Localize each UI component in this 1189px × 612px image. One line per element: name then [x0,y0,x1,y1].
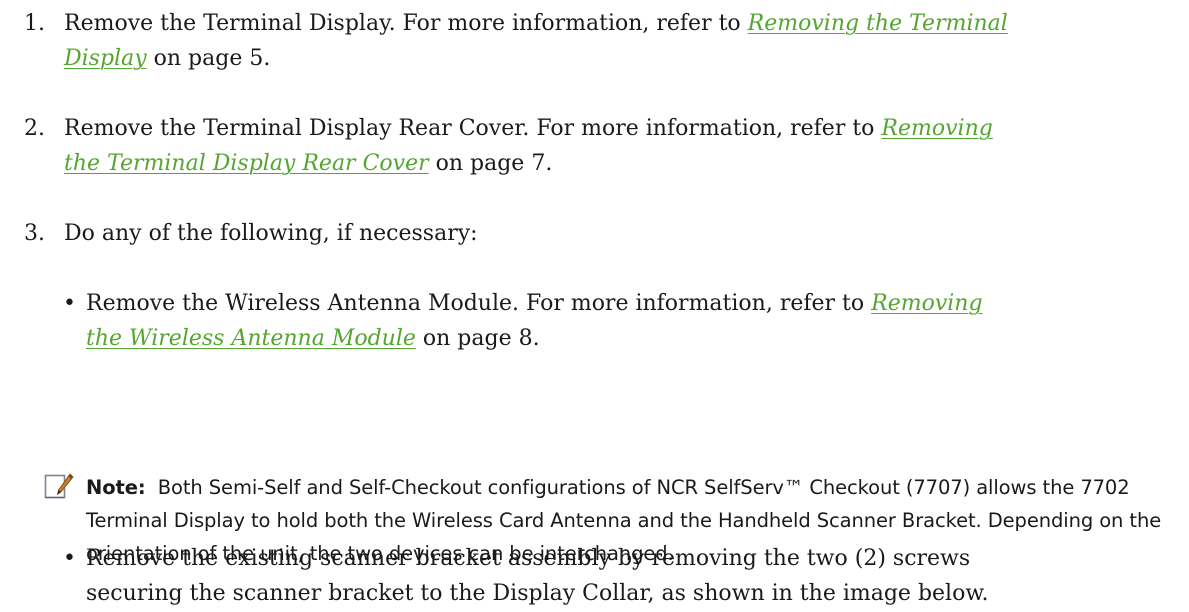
document-page: 1. Remove the Terminal Display. For more… [0,0,1189,612]
step-3: 3. Do any of the following, if necessary… [24,216,1174,251]
step-number: 1. [24,11,45,36]
step-text: Remove the Terminal Display Rear Cover. … [64,116,882,141]
page-reference: on page 5. [146,46,271,71]
removing-rear-cover-link-cont[interactable]: the Terminal Display Rear Cover [64,151,429,176]
removing-antenna-module-link-cont[interactable]: the Wireless Antenna Module [86,326,416,351]
step-text: Do any of the following, if necessary: [64,221,478,246]
step-number: 3. [24,221,45,246]
bullet-item-remove-scanner-bracket: • Remove the existing scanner bracket as… [63,541,1173,611]
bullet-text: Remove the Wireless Antenna Module. For … [86,291,872,316]
page-reference: on page 7. [428,151,553,176]
bullet-symbol: • [63,546,76,571]
bullet-item-remove-antenna: • Remove the Wireless Antenna Module. Fo… [63,286,1173,356]
removing-antenna-module-link[interactable]: Removing [871,291,982,316]
removing-terminal-display-link-cont[interactable]: Display [64,46,147,71]
note-pencil-icon [44,473,74,499]
page-reference: on page 8. [415,326,540,351]
bullet-text-line-2: securing the scanner bracket to the Disp… [86,581,989,606]
removing-rear-cover-link[interactable]: Removing [881,116,992,141]
bullet-text-line-1: Remove the existing scanner bracket asse… [86,546,971,571]
removing-terminal-display-link[interactable]: Removing the Terminal [748,11,1008,36]
step-text: Remove the Terminal Display. For more in… [64,11,748,36]
step-number: 2. [24,116,45,141]
bullet-symbol: • [63,291,76,316]
step-2: 2. Remove the Terminal Display Rear Cove… [24,111,1174,181]
note-label: Note: [86,476,146,499]
step-1: 1. Remove the Terminal Display. For more… [24,6,1174,76]
